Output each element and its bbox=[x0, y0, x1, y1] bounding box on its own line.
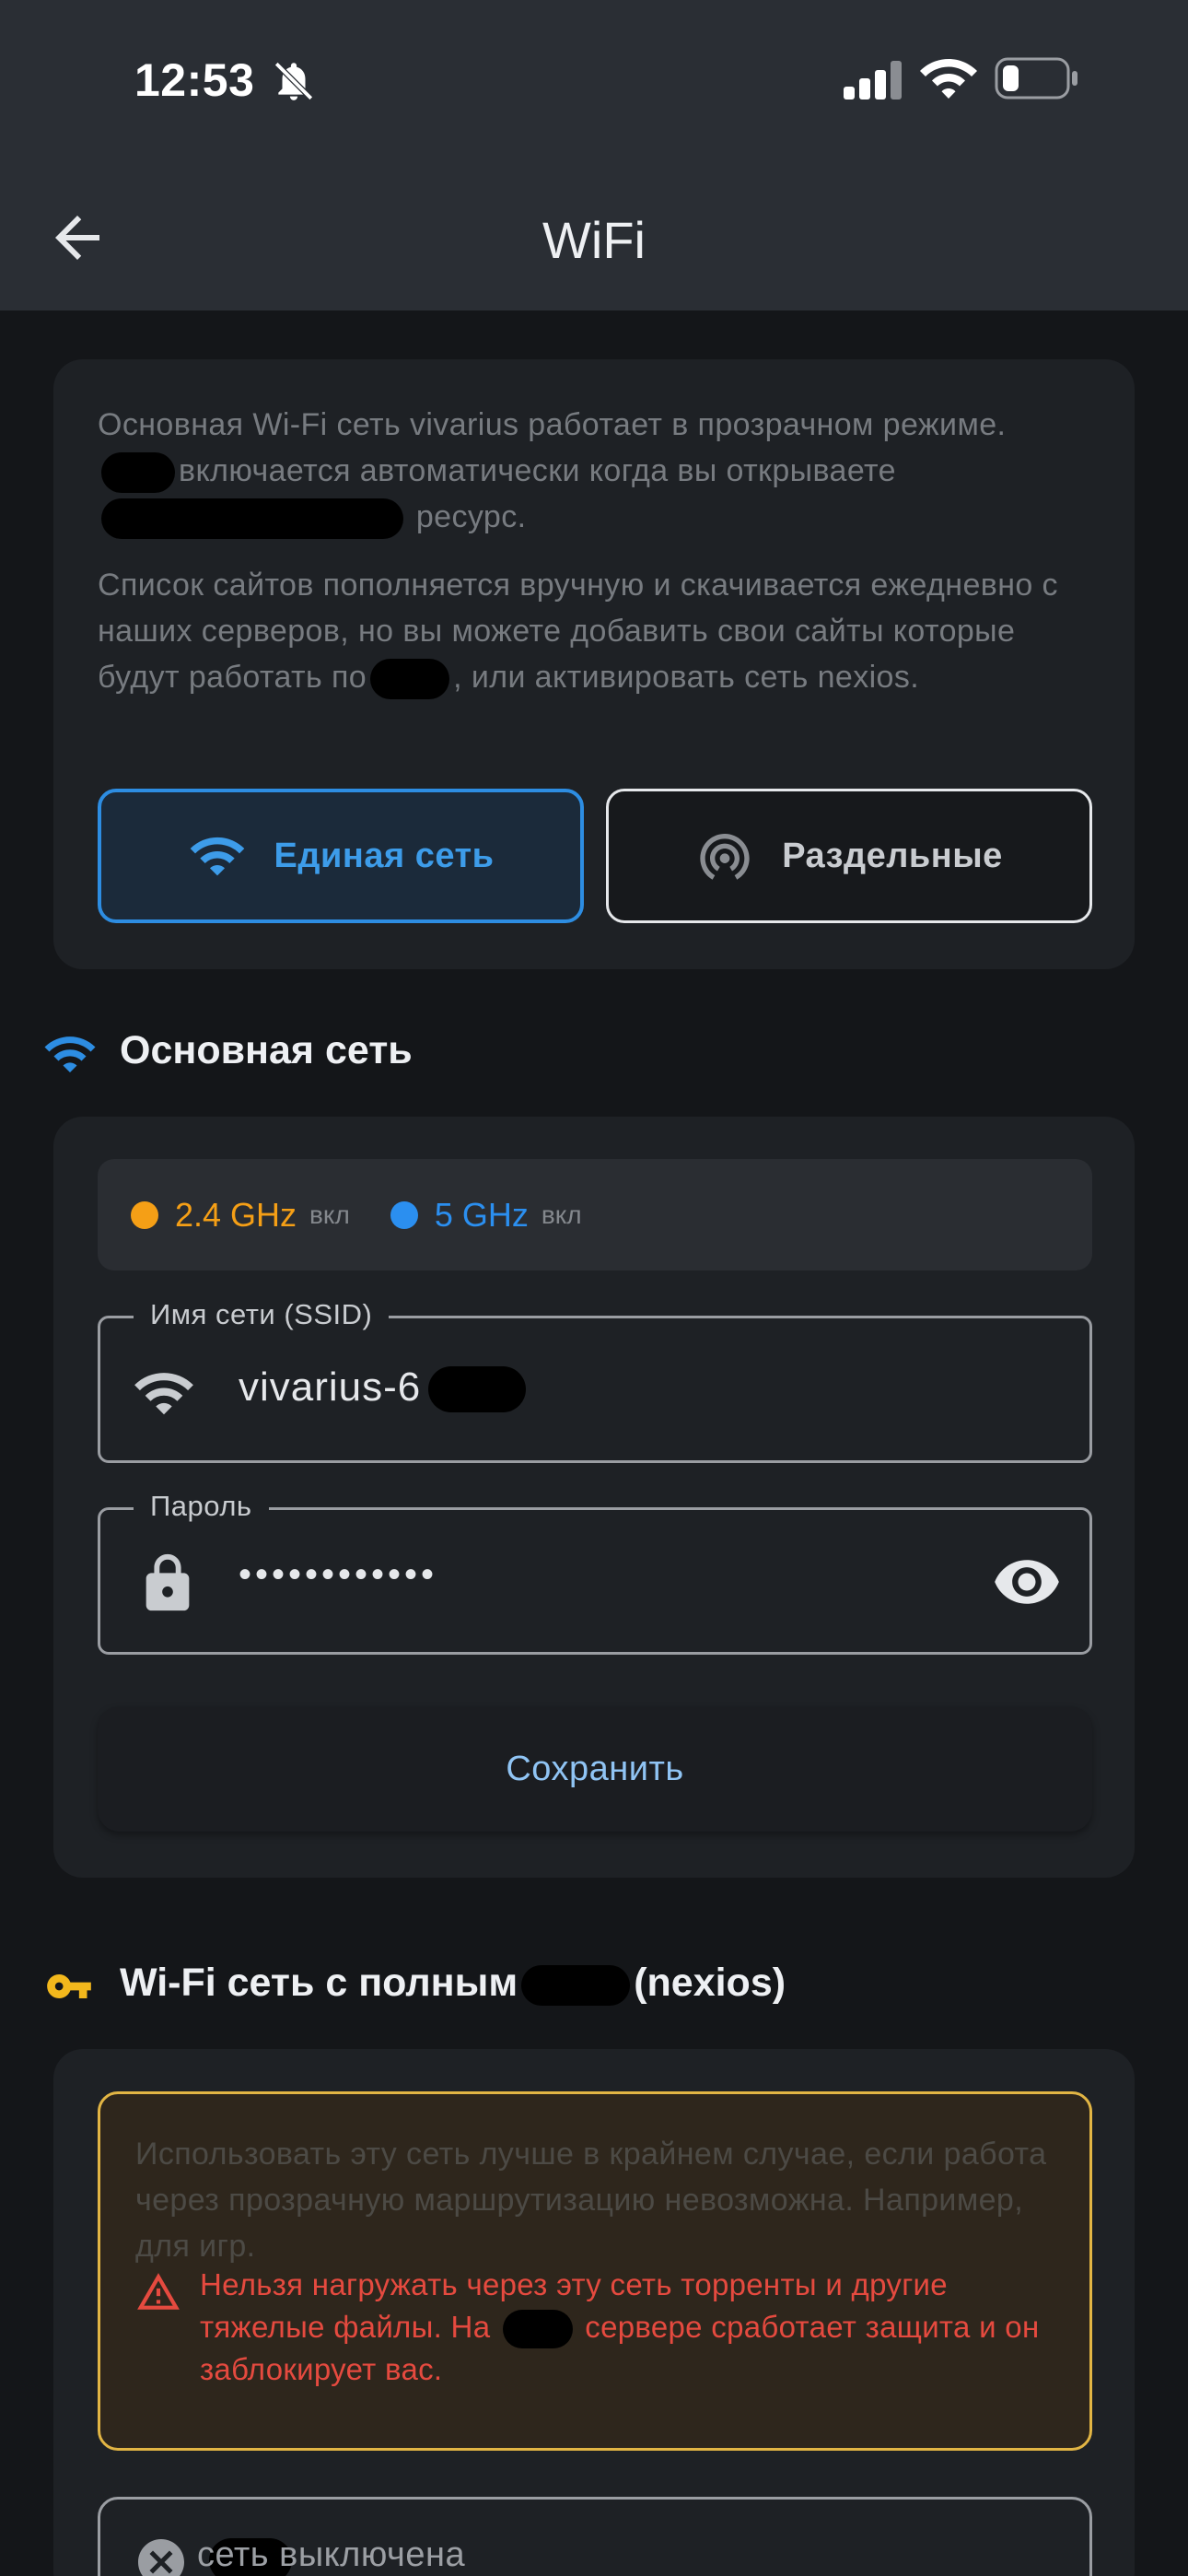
redacted-block bbox=[101, 452, 175, 494]
band-status-row: 2.4 GHz вкл 5 GHz вкл bbox=[98, 1159, 1092, 1270]
save-button[interactable]: Сохранить bbox=[98, 1706, 1092, 1832]
band-5-dot bbox=[390, 1200, 418, 1229]
redacted-block bbox=[101, 498, 403, 540]
band-24-name: 2.4 GHz bbox=[175, 1195, 297, 1234]
wifi-icon bbox=[44, 1036, 96, 1072]
top-bar: 12:53 WiFi bbox=[0, 0, 1188, 310]
band-24-state: вкл bbox=[309, 1200, 350, 1229]
password-label: Пароль bbox=[134, 1490, 269, 1523]
password-input[interactable]: •••••••••••• bbox=[239, 1554, 437, 1596]
info-paragraph-2: Список сайтов пополняется вручную и скач… bbox=[98, 562, 1092, 700]
wifi-tethering-icon bbox=[700, 834, 750, 880]
page-title: WiFi bbox=[542, 211, 646, 269]
signal-icon bbox=[844, 61, 902, 100]
info-paragraph-1: Основная Wi-Fi сеть vivarius работает в … bbox=[98, 402, 1092, 540]
redacted-block bbox=[428, 1366, 526, 1412]
wifi-icon bbox=[134, 1373, 193, 1415]
wifi-icon bbox=[190, 837, 244, 876]
single-network-button[interactable]: Единая сеть bbox=[98, 789, 584, 923]
wifi-icon bbox=[920, 59, 977, 99]
info-text-2b: , или активировать сеть nexios. bbox=[453, 660, 920, 695]
band-5-name: 5 GHz bbox=[434, 1195, 529, 1234]
password-field[interactable]: Пароль •••••••••••• bbox=[98, 1490, 1092, 1655]
split-networks-label: Раздельные bbox=[782, 836, 1003, 875]
single-network-label: Единая сеть bbox=[274, 836, 495, 875]
bell-slash-icon bbox=[274, 62, 313, 100]
redacted-block bbox=[521, 1964, 631, 2006]
info-text-1c: ресурс. bbox=[415, 499, 527, 534]
status-time: 12:53 bbox=[134, 54, 255, 106]
split-networks-button[interactable]: Раздельные bbox=[606, 789, 1092, 923]
full-network-title: Wi-Fi сеть с полным (nexios) bbox=[120, 1961, 786, 2006]
band-5-state: вкл bbox=[541, 1200, 582, 1229]
band-24-dot bbox=[131, 1200, 158, 1229]
key-icon bbox=[47, 1974, 91, 1998]
info-text-1b: включается автоматически когда вы открыв… bbox=[179, 453, 896, 488]
cancel-icon bbox=[138, 2539, 184, 2576]
warning-muted-text: Использовать эту сеть лучше в крайнем сл… bbox=[135, 2137, 1047, 2264]
ssid-input[interactable]: vivarius-6 bbox=[239, 1364, 421, 1411]
full-network-title-b: (nexios) bbox=[634, 1961, 786, 2005]
full-network-title-a: Wi-Fi сеть с полным bbox=[120, 1961, 518, 2005]
nexios-status-text: сеть выключена bbox=[197, 2535, 466, 2574]
lock-icon bbox=[146, 1553, 190, 1611]
main-network-title: Основная сеть bbox=[120, 1028, 413, 1072]
redacted-block bbox=[370, 659, 450, 700]
warning-box: Использовать эту сеть лучше в крайнем сл… bbox=[98, 2091, 1092, 2451]
redacted-block bbox=[502, 2310, 573, 2349]
eye-icon[interactable] bbox=[992, 1547, 1062, 1617]
ssid-field[interactable]: Имя сети (SSID) vivarius-6 bbox=[98, 1298, 1092, 1463]
ssid-label: Имя сети (SSID) bbox=[134, 1298, 390, 1331]
warning-alert-text: Нельзя нагружать через эту сеть торренты… bbox=[200, 2264, 1075, 2391]
battery-icon bbox=[995, 57, 1077, 100]
info-text-1a: Основная Wi-Fi сеть vivarius работает в … bbox=[98, 407, 1007, 442]
warning-icon bbox=[137, 2273, 180, 2310]
